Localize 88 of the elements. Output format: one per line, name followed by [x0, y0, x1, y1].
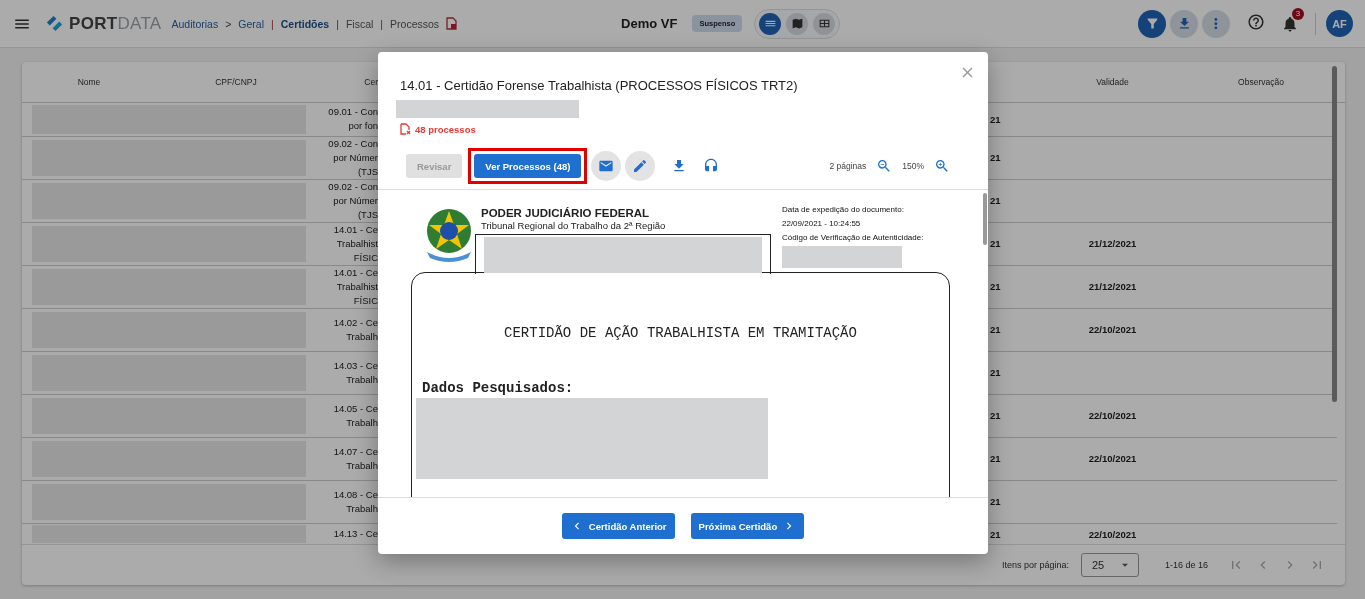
table-cell-text: 14.08 - Ce Trabalh — [332, 487, 378, 516]
pdf-icon — [446, 17, 458, 30]
table-cell-text: 21 — [989, 324, 1002, 336]
breadcrumb-link[interactable]: Auditorias — [171, 17, 219, 30]
issue-date: 22/09/2021 - 10:24:55 — [782, 218, 862, 230]
table-cell-text: 21 — [989, 496, 1002, 508]
zoom-in-button[interactable] — [934, 158, 950, 174]
company-name: Demo VF — [621, 16, 678, 31]
next-button[interactable]: Próxima Certidão — [690, 513, 805, 539]
zoom-out-icon — [876, 158, 893, 174]
breadcrumb-separator: > — [225, 17, 232, 30]
bell-icon[interactable] — [1281, 14, 1299, 33]
table-cell-text: 14.07 - Ce Trabalh — [332, 444, 378, 473]
column-header: Cer — [363, 76, 378, 87]
table-cell-text: 21 — [989, 453, 1002, 465]
column-header: Observação — [1237, 76, 1285, 87]
logo-text: PORTDATA — [69, 13, 162, 34]
zoom-in-icon — [934, 158, 950, 174]
scrollbar[interactable] — [983, 193, 987, 245]
download-button[interactable] — [1170, 9, 1198, 38]
table-cell-text: 14.13 - Ce — [332, 527, 378, 542]
column-header: Nome — [76, 76, 102, 87]
table-cell-text: 09.02 - Con por Númer (TJS — [327, 136, 378, 179]
view-button[interactable] — [759, 12, 782, 35]
issue-date-label: Data de expedição do documento: — [782, 204, 905, 216]
scrollbar[interactable] — [1332, 66, 1337, 402]
zoom-level: 150% — [902, 161, 924, 171]
table-cell-text: 09.01 - Con por fon — [327, 105, 378, 134]
table-cell-text: 14.01 - Ce Trabalhist FÍSIC — [332, 222, 378, 265]
separator: | — [380, 17, 384, 30]
document-heading: CERTIDÃO DE AÇÃO TRABALHISTA EM TRAMITAÇÃO — [503, 325, 858, 341]
separator: | — [271, 17, 274, 30]
email-button[interactable] — [591, 151, 622, 181]
map-icon — [790, 17, 804, 30]
page-count: 2 páginas — [829, 161, 867, 171]
zoom-out-button[interactable] — [876, 158, 893, 174]
file-error-icon — [400, 123, 411, 135]
pencil-icon — [632, 158, 649, 174]
table-cell-text: 21 — [989, 152, 1002, 164]
table-cell-text: 14.05 - Ce Trabalh — [332, 401, 378, 430]
document-court: Tribunal Regional do Trabalho da 2ª Região — [481, 220, 667, 232]
table-cell-text: 14.02 - Ce Trabalh — [332, 315, 378, 344]
filter-button[interactable] — [1138, 9, 1166, 38]
table-cell-text: 21 — [989, 367, 1002, 379]
table-cell-text: 22/10/2021 — [1087, 453, 1138, 465]
table-icon — [817, 17, 831, 30]
support-button[interactable] — [703, 158, 720, 174]
search-data-label: Dados Pesquisados: — [422, 380, 575, 396]
table-cell-text: 21/12/2021 — [1087, 281, 1138, 293]
avatar[interactable]: AF — [1326, 10, 1353, 37]
page-range: 1-16 de 16 — [1164, 560, 1208, 571]
table-cell-text: 14.03 - Ce Trabalh — [332, 358, 378, 387]
page-size-label: Itens por página: — [1001, 560, 1069, 571]
table-cell-text: 21 — [989, 113, 1002, 125]
logo-icon — [45, 14, 64, 33]
table-cell-text: 22/10/2021 — [1087, 410, 1138, 422]
table-cell-text: 21/12/2021 — [1087, 238, 1138, 250]
table-cell-text: 21 — [989, 410, 1002, 422]
help-icon[interactable] — [1247, 12, 1265, 31]
table-cell-text: 14.01 - Ce Trabalhist FÍSIC — [332, 265, 378, 308]
breadcrumb-link[interactable]: Geral — [238, 17, 264, 30]
table-cell-text: 21 — [989, 528, 1002, 540]
view-button[interactable] — [813, 12, 836, 35]
table-cell-text: 21 — [989, 281, 1002, 293]
headset-icon — [703, 158, 720, 174]
page-size-select[interactable]: 25 — [1080, 553, 1139, 578]
module-tab[interactable]: Certidões — [280, 17, 330, 30]
table-cell-text: 09.02 - Con por Númer (TJS — [327, 179, 378, 222]
mail-icon — [598, 158, 615, 174]
dialog-title: 14.01 - Certidão Forense Trabalhista (PROCESSOS FÍSICOS TRT2) — [400, 78, 799, 93]
view-button[interactable] — [786, 12, 809, 35]
separator: | — [336, 17, 339, 30]
previous-button[interactable]: Certidão Anterior — [561, 513, 675, 539]
notification-count: 3 — [1292, 7, 1304, 20]
module-tab[interactable]: Fiscal — [345, 17, 374, 30]
module-tab[interactable]: Processos — [390, 17, 440, 30]
column-header: CPF/CNPJ — [214, 76, 258, 87]
more-icon — [1214, 17, 1218, 30]
edit-button[interactable] — [625, 151, 656, 181]
process-count: 48 processos — [415, 123, 476, 135]
table-cell-text: 21 — [989, 238, 1002, 250]
column-header: Validade — [1095, 76, 1130, 87]
table-cell-text: 21 — [989, 195, 1002, 207]
view-processes-button[interactable]: Ver Processos (48) — [474, 154, 582, 178]
table-cell-text: 22/10/2021 — [1087, 528, 1138, 540]
verification-code-label: Código de Verificação de Autenticidade: — [782, 232, 924, 244]
table-cell-text: 22/10/2021 — [1087, 324, 1138, 336]
document-org: PODER JUDICIÁRIO FEDERAL — [481, 207, 651, 220]
